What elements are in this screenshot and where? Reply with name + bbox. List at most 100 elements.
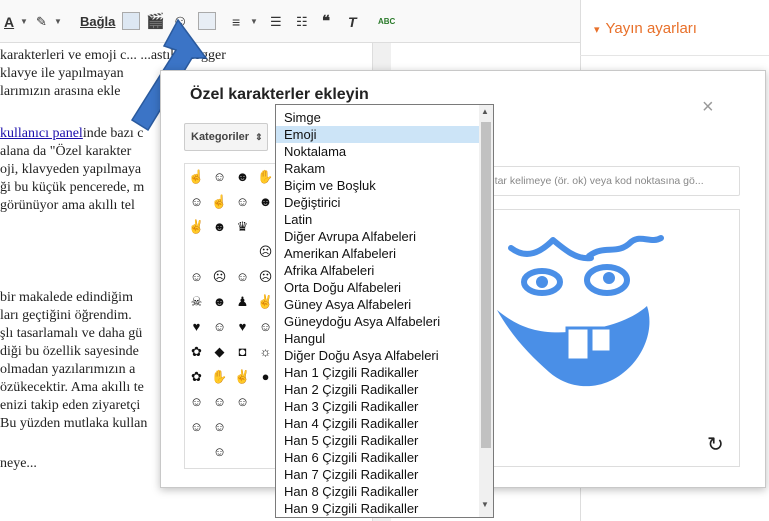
character-cell[interactable]: ● [254,364,277,389]
dropdown-option[interactable]: Diğer Doğu Asya Alfabeleri [276,347,480,364]
clear-format-icon[interactable]: T [348,12,357,32]
bulleted-list-icon[interactable]: ☷ [296,12,308,32]
character-cell[interactable] [185,239,208,264]
dropdown-option[interactable]: Noktalama [276,143,480,160]
category-dropdown-list[interactable]: Simge Emoji Noktalama Rakam Biçim ve Boşluk D… [275,104,494,518]
close-icon[interactable]: × [702,96,714,119]
character-cell[interactable]: ✿ [185,339,208,364]
character-cell[interactable]: ♛ [231,214,254,239]
character-cell[interactable]: ☺ [208,414,231,439]
dropdown-option[interactable]: Han 3 Çizgili Radikaller [276,398,480,415]
character-cell[interactable]: ☹ [254,264,277,289]
character-cell[interactable]: ✿ [185,364,208,389]
link-button[interactable]: Bağla [80,12,115,32]
handwriting-canvas[interactable]: ↻ [478,209,740,467]
character-cell[interactable]: ☺ [185,389,208,414]
character-cell[interactable]: ☹ [254,239,277,264]
character-cell[interactable]: ☝ [208,189,231,214]
dropdown-option[interactable]: Han 5 Çizgili Radikaller [276,432,480,449]
quote-icon[interactable]: ❝ [322,12,330,32]
character-cell[interactable]: ☺ [231,264,254,289]
character-cell[interactable]: ☺ [208,164,231,189]
text-line: larımızın arasına ekle [0,84,121,99]
character-cell[interactable]: ☺ [254,314,277,339]
dropdown-option[interactable]: Afrika Alfabeleri [276,262,480,279]
character-cell[interactable]: ☺ [208,439,231,464]
character-cell[interactable] [231,414,254,439]
dropdown-option[interactable]: Han 8 Çizgili Radikaller [276,483,480,500]
dropdown-option[interactable]: Han 1 Çizgili Radikaller [276,364,480,381]
dropdown-option[interactable]: Latin [276,211,480,228]
character-cell[interactable] [254,439,277,464]
character-cell[interactable] [231,239,254,264]
scroll-down-icon[interactable]: ▼ [481,500,489,509]
character-cell[interactable] [254,414,277,439]
text-line: klavye ile yapılmayan [0,66,124,81]
character-cell[interactable]: ✌ [185,214,208,239]
drawn-tooth [565,326,591,362]
character-cell[interactable]: ☺ [185,264,208,289]
font-color-button[interactable]: A [4,12,14,32]
character-cell[interactable]: ✌ [231,364,254,389]
align-icon[interactable]: ≡ [232,12,240,32]
character-cell[interactable]: ☹ [208,264,231,289]
dropdown-option[interactable]: Biçim ve Boşluk [276,177,480,194]
character-cell[interactable] [231,439,254,464]
dropdown-option[interactable]: Han 2 Çizgili Radikaller [276,381,480,398]
dropdown-option[interactable]: Orta Doğu Alfabeleri [276,279,480,296]
drawn-pupil [536,276,548,288]
character-cell[interactable]: ☼ [254,339,277,364]
dropdown-option[interactable]: Han 9 Çizgili Radikaller [276,500,480,517]
character-cell[interactable]: ☻ [231,164,254,189]
dropdown-scroll-thumb[interactable] [481,122,491,448]
scroll-up-icon[interactable]: ▲ [481,107,489,116]
character-cell[interactable]: ✋ [254,164,277,189]
character-cell[interactable]: ♥ [231,314,254,339]
dropdown-option[interactable]: Diğer Avrupa Alfabeleri [276,228,480,245]
numbered-list-icon[interactable]: ☰ [270,12,282,32]
character-cell[interactable] [208,239,231,264]
dropdown-option[interactable]: Güney Asya Alfabeleri [276,296,480,313]
character-cell[interactable]: ☺ [208,314,231,339]
character-cell[interactable]: ◆ [208,339,231,364]
spellcheck-button[interactable]: ABC [378,12,395,32]
post-settings-title[interactable]: ▾ Yayın ayarları [594,20,697,37]
character-cell[interactable]: ☠ [185,289,208,314]
user-panel-link[interactable]: kullanıcı panel [0,126,83,141]
reset-icon[interactable]: ↻ [707,432,724,457]
search-input[interactable]: ahtar kelimeye (ör. ok) veya kod noktası… [478,166,740,196]
chevron-down-icon[interactable]: ▼ [250,12,258,32]
dropdown-option[interactable]: Hangul [276,330,480,347]
character-cell[interactable]: ☺ [185,189,208,214]
dropdown-option[interactable]: Simge [276,109,480,126]
dropdown-option[interactable]: Han 4 Çizgili Radikaller [276,415,480,432]
dropdown-option[interactable]: Değiştirici [276,194,480,211]
character-cell[interactable]: ☻ [254,189,277,214]
character-cell[interactable]: ☻ [208,214,231,239]
highlight-icon[interactable]: ✎ [36,12,47,32]
character-cell[interactable] [185,439,208,464]
dropdown-option[interactable]: Güneydoğu Asya Alfabeleri [276,313,480,330]
character-cell[interactable]: ✋ [208,364,231,389]
character-cell[interactable]: ♟ [231,289,254,314]
character-cell[interactable] [254,214,277,239]
dropdown-option[interactable]: Amerikan Alfabeleri [276,245,480,262]
drawn-tooth [589,326,613,354]
dropdown-option[interactable]: Emoji [276,126,480,143]
dropdown-option[interactable]: Rakam [276,160,480,177]
dropdown-option[interactable]: Han 7 Çizgili Radikaller [276,466,480,483]
character-cell[interactable]: ☺ [208,389,231,414]
dropdown-option[interactable]: Han 6 Çizgili Radikaller [276,449,480,466]
character-cell[interactable] [254,389,277,414]
character-cell[interactable]: ☝ [185,164,208,189]
character-cell[interactable]: ☻ [208,289,231,314]
character-cell[interactable]: ☺ [185,414,208,439]
character-cell[interactable]: ✌ [254,289,277,314]
character-cell[interactable]: ☺ [231,389,254,414]
character-cell[interactable]: ☺ [231,189,254,214]
character-cell[interactable]: ◘ [231,339,254,364]
category-select[interactable]: Kategoriler ⇕ [184,123,268,151]
character-cell[interactable]: ♥ [185,314,208,339]
chevron-down-icon[interactable]: ▼ [54,12,62,32]
chevron-down-icon[interactable]: ▼ [20,12,28,32]
